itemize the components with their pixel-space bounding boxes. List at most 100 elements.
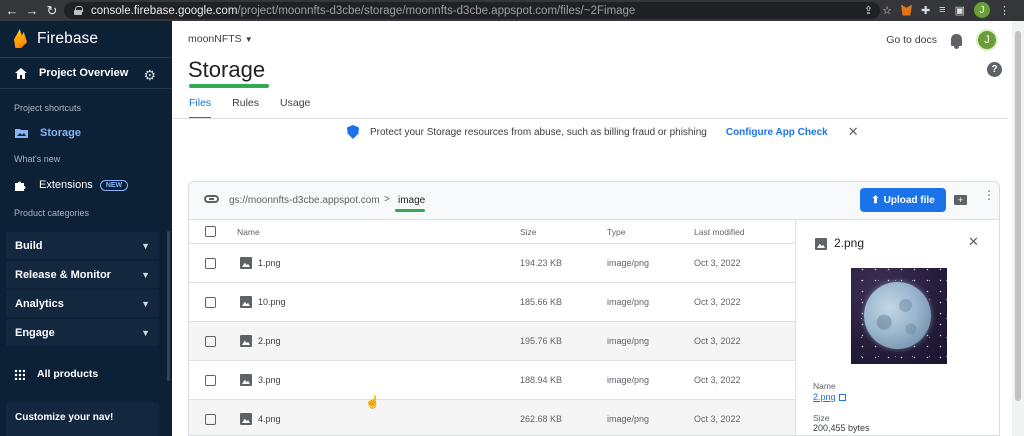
new-folder-icon[interactable]: + [954,195,967,205]
main-scrollbar[interactable] [1012,21,1024,436]
image-preview[interactable] [851,268,947,364]
sidebar-item-extensions[interactable]: Extensions NEW [0,173,172,197]
file-name[interactable]: 2.png [258,336,281,346]
category-label: Analytics [15,297,64,310]
tab-rules[interactable]: Rules [232,97,259,119]
row-checkbox[interactable] [205,375,216,386]
row-checkbox[interactable] [205,336,216,347]
image-file-icon [240,296,252,308]
tab-usage[interactable]: Usage [280,97,310,119]
table-row[interactable]: 4.png 262.68 KB image/png Oct 3, 2022 [189,400,795,435]
back-icon[interactable]: ← [2,3,22,18]
notifications-bell-icon[interactable] [951,34,962,49]
reload-icon[interactable]: ↻ [42,3,62,19]
file-name[interactable]: 3.png [258,375,281,385]
chevron-down-icon: ▼ [141,240,150,251]
file-size: 185.66 KB [520,297,563,307]
category-label: Build [15,239,43,252]
chevron-down-icon: ▼ [141,327,150,338]
shortcuts-heading: Project shortcuts [14,103,82,113]
link-icon[interactable] [204,195,219,203]
detail-title: 2.png [834,236,865,250]
image-file-icon [240,413,252,425]
firebase-flame-icon [14,29,27,48]
account-avatar[interactable]: J [976,29,998,51]
storage-tabs: Files Rules Usage [189,97,310,119]
table-row[interactable]: 10.png 185.66 KB image/png Oct 3, 2022 [189,283,795,322]
file-type: image/png [607,414,650,424]
bucket-path[interactable]: gs://moonnfts-d3cbe.appspot.com [229,195,380,206]
category-analytics[interactable]: Analytics ▼ [6,290,159,317]
project-selector[interactable]: moonNFTS ▼ [188,33,253,45]
new-badge: NEW [99,179,129,191]
row-checkbox[interactable] [205,297,216,308]
name-label: Name [813,381,836,391]
file-size: 188.94 KB [520,375,563,385]
main-content: moonNFTS ▼ Go to docs J ? Storage Files R… [172,21,1024,436]
reading-list-icon[interactable]: ≡ [939,4,945,16]
sidebar-item-storage[interactable]: Storage [0,121,172,145]
upload-label: Upload file [883,194,935,206]
close-icon[interactable]: ✕ [968,234,979,250]
column-type[interactable]: Type [607,227,625,237]
tabs-divider [172,118,1008,119]
image-file-icon [240,374,252,386]
file-modified: Oct 3, 2022 [694,336,741,346]
sidebar: Firebase Project Overview ⚙ Project shor… [0,21,172,436]
row-checkbox[interactable] [205,258,216,269]
browser-menu-icon[interactable]: ⋮ [999,4,1010,17]
file-type: image/png [607,336,650,346]
table-row-selected[interactable]: 2.png 195.76 KB image/png Oct 3, 2022 [189,322,795,361]
address-bar[interactable]: console.firebase.google.com/project/moon… [64,2,880,19]
configure-app-check-link[interactable]: Configure App Check [726,127,828,138]
help-icon[interactable]: ? [987,62,1002,77]
sidebar-scrollbar[interactable] [167,231,170,381]
column-last-modified[interactable]: Last modified [694,227,745,237]
category-engage[interactable]: Engage ▼ [6,319,159,346]
image-file-icon [815,238,827,250]
upload-icon: ⬆ [871,194,880,206]
share-icon[interactable]: ⇪ [864,4,873,17]
category-build[interactable]: Build ▼ [6,232,159,259]
upload-file-button[interactable]: ⬆ Upload file [860,188,946,212]
firebase-logo[interactable]: Firebase [14,29,98,48]
caret-down-icon: ▼ [244,35,253,44]
project-overview-link[interactable]: Project Overview ⚙ [0,57,172,89]
name-value[interactable]: 2.png [813,392,846,402]
column-name[interactable]: Name [237,227,260,237]
file-name[interactable]: 1.png [258,258,281,268]
metamask-icon[interactable] [900,4,912,16]
settings-gear-icon[interactable]: ⚙ [143,67,156,84]
all-products-link[interactable]: All products [0,360,172,388]
file-link[interactable]: 2.png [813,392,836,402]
extensions-puzzle-icon[interactable]: ✚ [921,4,930,17]
home-icon [15,67,27,79]
categories-heading: Product categories [14,208,90,218]
tab-files[interactable]: Files [189,97,212,119]
column-size[interactable]: Size [520,227,537,237]
forward-icon[interactable]: → [22,3,42,18]
go-to-docs-link[interactable]: Go to docs [886,34,937,46]
file-detail-panel: 2.png ✕ Name 2.png Size 200,455 bytes [795,220,999,435]
open-in-new-icon[interactable] [838,394,846,401]
file-type: image/png [607,375,650,385]
breadcrumb-folder[interactable]: image [398,195,425,206]
customize-nav-card[interactable]: Customize your nav! [6,402,159,436]
file-modified: Oct 3, 2022 [694,297,741,307]
title-underline-annotation [189,84,269,88]
category-release-monitor[interactable]: Release & Monitor ▼ [6,261,159,288]
url-path: /project/moonnfts-d3cbe/storage/moonnfts… [237,4,636,17]
more-options-icon[interactable]: ⋮ [983,189,995,201]
browser-profile-avatar[interactable]: J [974,2,990,18]
select-all-checkbox[interactable] [205,226,216,237]
bookmark-star-icon[interactable]: ☆ [882,4,892,17]
lock-icon [74,6,83,15]
project-overview-label: Project Overview [39,67,129,79]
table-row[interactable]: 3.png 188.94 KB image/png Oct 3, 2022 [189,361,795,400]
table-row[interactable]: 1.png 194.23 KB image/png Oct 3, 2022 [189,244,795,283]
file-name[interactable]: 10.png [258,297,286,307]
side-panel-icon[interactable]: ▣ [955,4,965,17]
file-name[interactable]: 4.png [258,414,281,424]
row-checkbox[interactable] [205,414,216,425]
close-icon[interactable]: ✕ [848,124,859,140]
